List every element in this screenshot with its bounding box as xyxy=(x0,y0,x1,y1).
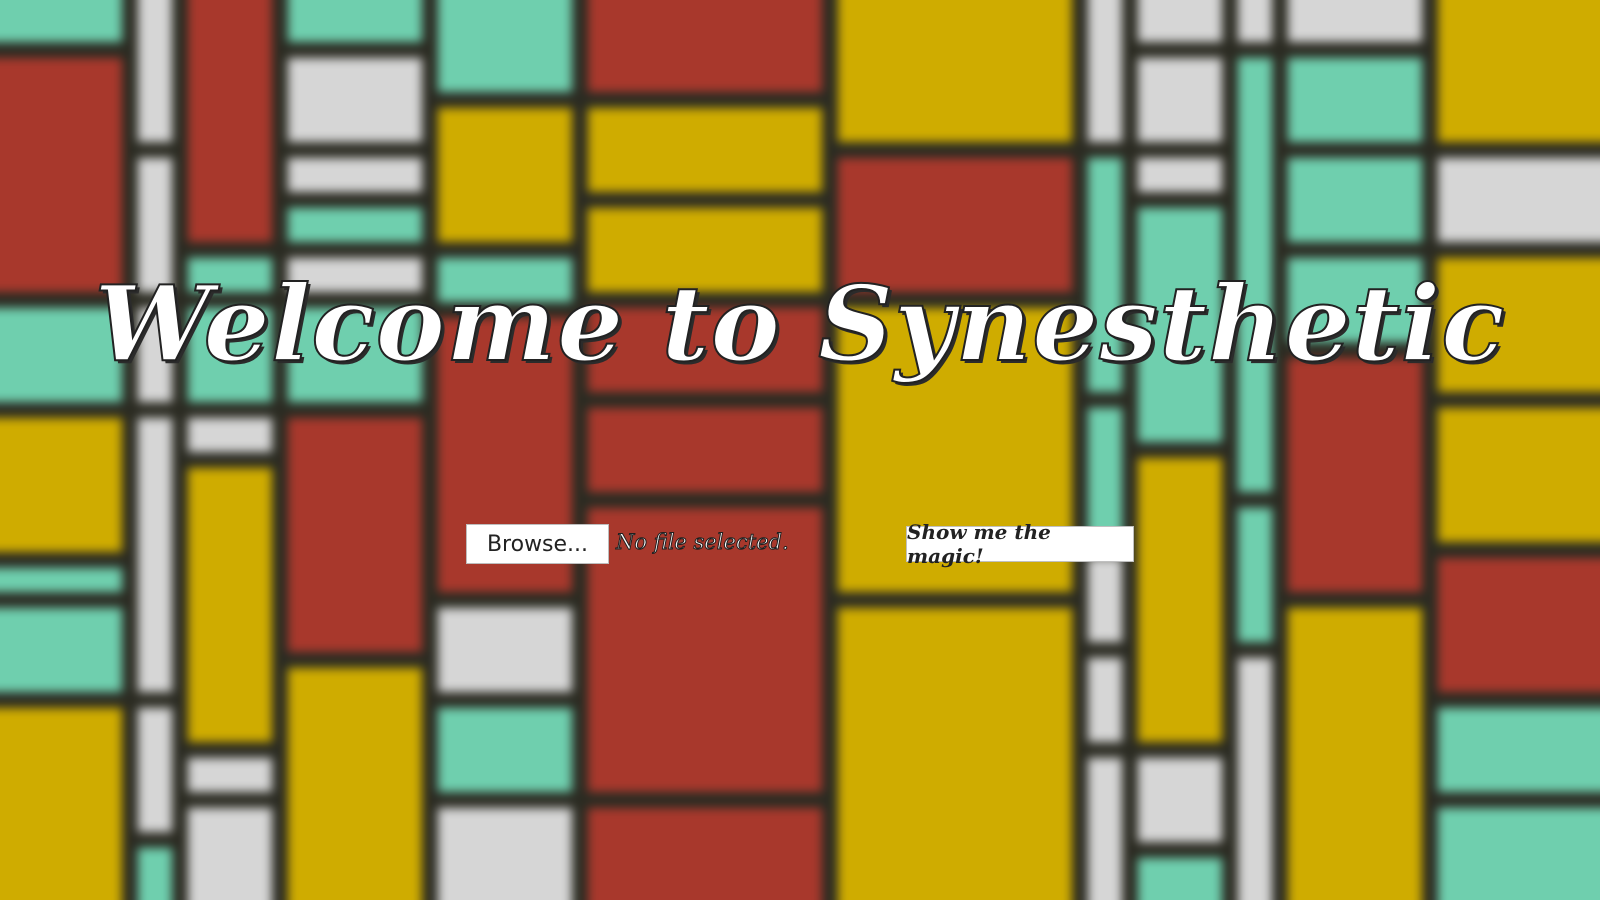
welcome-heading: Welcome to Synesthetic xyxy=(93,261,1506,386)
landing-screen: Welcome to Synesthetic Browse... No file… xyxy=(0,0,1600,900)
mosaic-background xyxy=(0,0,1600,900)
browse-button[interactable]: Browse... xyxy=(466,524,609,564)
file-status-text: No file selected. xyxy=(616,530,790,555)
show-magic-button[interactable]: Show me the magic! xyxy=(906,520,1134,568)
